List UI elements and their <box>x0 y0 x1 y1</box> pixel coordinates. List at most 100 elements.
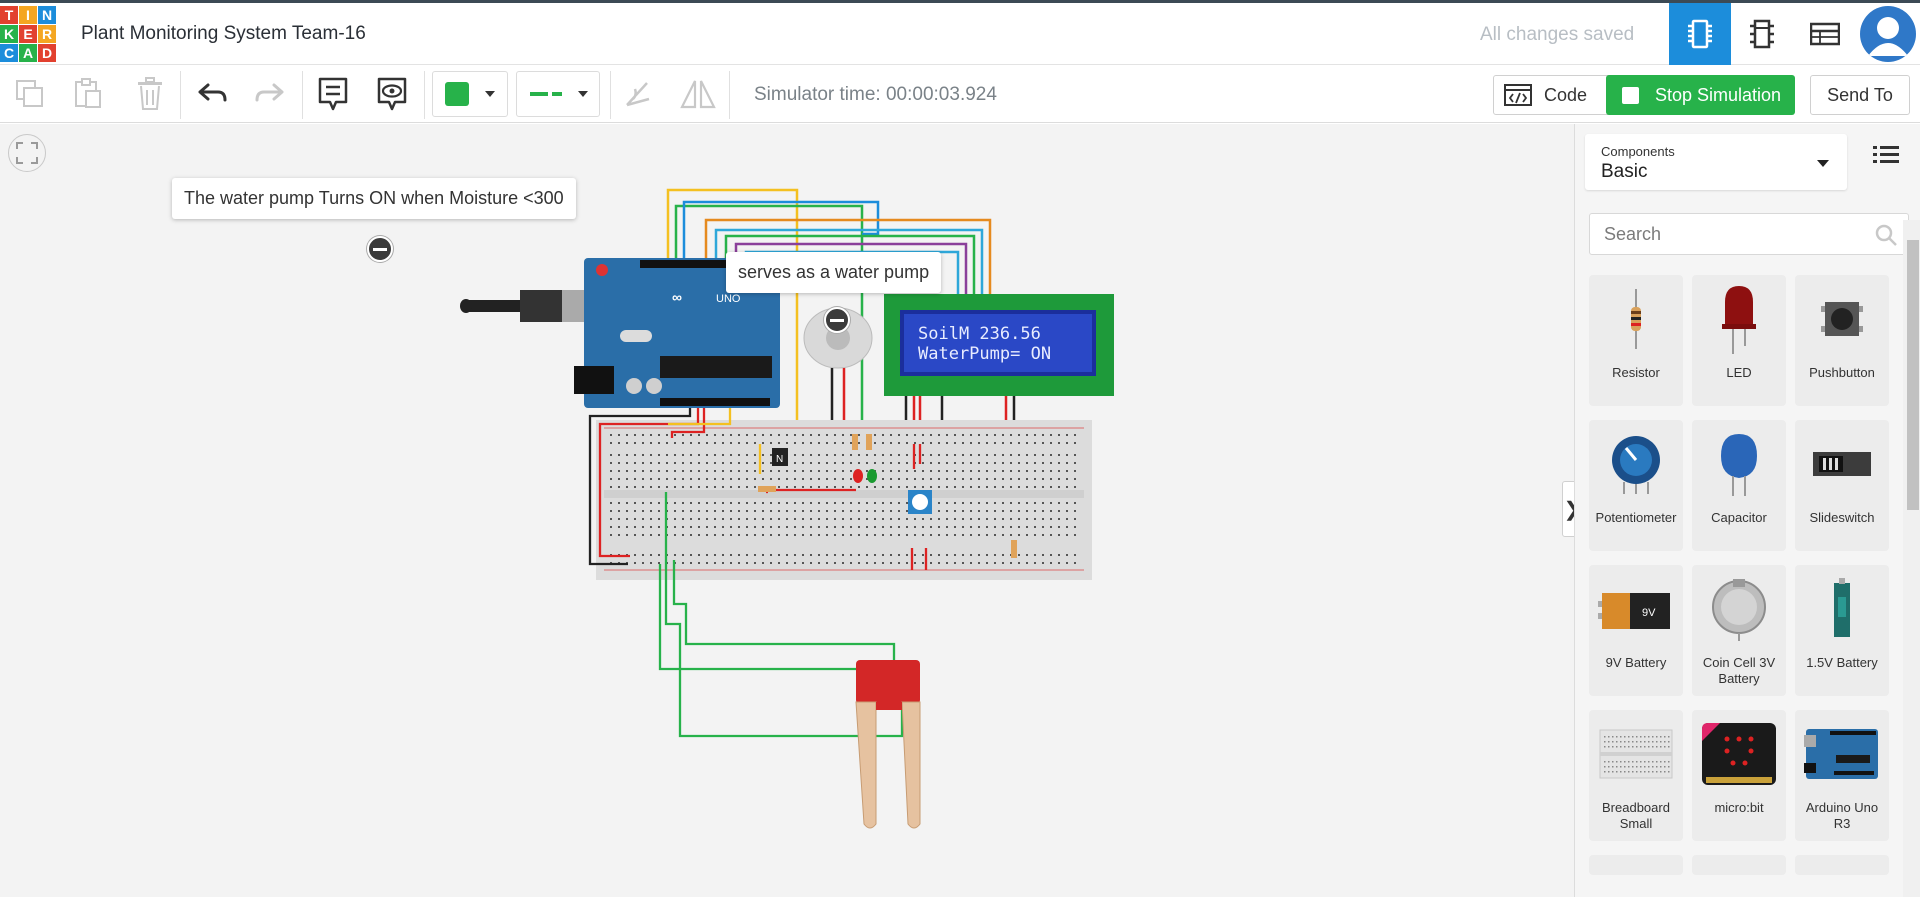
component-resistor[interactable]: Resistor <box>1589 275 1683 406</box>
lcd-line-1: SoilM 236.56 <box>918 324 1041 344</box>
logo-letter: T <box>0 6 18 24</box>
copy-icon <box>16 80 43 107</box>
tinkercad-logo[interactable]: T I N K E R C A D <box>0 6 56 63</box>
npn-transistor[interactable]: N <box>772 448 788 466</box>
logo-letter: K <box>0 25 18 43</box>
component-arduino-uno-r3[interactable]: Arduino Uno R3 <box>1795 710 1889 841</box>
paste-icon <box>75 78 101 108</box>
component-microbit[interactable]: micro:bit <box>1692 710 1786 841</box>
component-list-view-button[interactable] <box>1794 3 1856 65</box>
component-led[interactable]: LED <box>1692 275 1786 406</box>
toolbar-divider <box>302 71 303 119</box>
arduino-uno-icon <box>1802 718 1882 790</box>
resistor[interactable] <box>1011 540 1017 558</box>
trash-icon <box>138 77 162 110</box>
note-collapse-icon[interactable] <box>367 236 393 262</box>
expand-icon <box>16 142 38 164</box>
canvas-note[interactable]: The water pump Turns ON when Moisture <3… <box>172 178 576 219</box>
project-title[interactable]: Plant Monitoring System Team-16 <box>81 23 366 45</box>
component-partial[interactable] <box>1795 855 1889 875</box>
search-icon[interactable] <box>1874 223 1898 247</box>
top-header: T I N K E R C A D Plant Monitoring Syste… <box>0 0 1920 65</box>
microbit-icon <box>1699 718 1779 790</box>
component-label: LED <box>1726 365 1752 380</box>
logo-letter: N <box>38 6 56 24</box>
breadboard[interactable] <box>596 420 1092 580</box>
code-icon <box>1504 84 1532 106</box>
logo-letter: D <box>38 44 56 62</box>
stop-simulation-label: Stop Simulation <box>1655 84 1782 105</box>
redo-icon <box>255 83 284 102</box>
component-partial[interactable] <box>1589 855 1683 875</box>
component-label: 1.5V Battery <box>1806 655 1878 670</box>
rotate-button[interactable] <box>620 71 656 117</box>
flip-button[interactable] <box>680 71 716 117</box>
green-led[interactable] <box>867 469 877 483</box>
wire-type-picker[interactable] <box>516 71 600 117</box>
component-label: 9V Battery <box>1605 655 1667 670</box>
search-input[interactable] <box>1602 223 1852 246</box>
paste-button[interactable] <box>70 71 106 117</box>
circuit-view-button[interactable] <box>1669 3 1731 65</box>
code-button[interactable]: Code <box>1493 75 1615 115</box>
red-led[interactable] <box>853 469 863 483</box>
list-view-button[interactable] <box>1873 144 1899 171</box>
soil-moisture-sensor[interactable] <box>855 660 921 829</box>
logo-letter: I <box>19 6 37 24</box>
table-icon <box>1810 22 1840 46</box>
code-button-label: Code <box>1544 84 1588 105</box>
toolbar-divider <box>729 71 730 119</box>
copy-button[interactable] <box>12 71 48 117</box>
component-breadboard-small[interactable]: Breadboard Small <box>1589 710 1683 841</box>
component-label: Slideswitch <box>1809 510 1875 525</box>
component-search[interactable] <box>1589 213 1909 255</box>
toggle-notes-visibility-button[interactable] <box>373 71 411 117</box>
9v-battery-icon: 9V <box>1596 573 1676 645</box>
lcd-line-2: WaterPump= ON <box>918 344 1051 364</box>
potentiometer[interactable] <box>908 490 932 514</box>
component-label: Breadboard Small <box>1602 800 1670 831</box>
user-avatar[interactable] <box>1856 3 1920 65</box>
schematic-view-button[interactable] <box>1731 3 1793 65</box>
note-collapse-icon[interactable] <box>824 307 850 333</box>
undo-button[interactable] <box>194 71 230 117</box>
component-1.5v-battery[interactable]: 1.5V Battery <box>1795 565 1889 696</box>
send-to-button[interactable]: Send To <box>1810 75 1910 115</box>
component-slideswitch[interactable]: Slideswitch <box>1795 420 1889 551</box>
breadboard-icon <box>1596 718 1676 790</box>
component-label: Arduino Uno R3 <box>1805 800 1879 831</box>
circuit-drawing[interactable]: ∞ UNO SoilM 236.56 WaterPump= ON N <box>0 124 1574 897</box>
component-potentiometer[interactable]: Potentiometer <box>1589 420 1683 551</box>
breadboard-chip-icon <box>1688 19 1712 49</box>
avatar-icon <box>1860 6 1916 62</box>
color-swatch <box>445 82 469 106</box>
component-label: micro:bit <box>1714 800 1764 815</box>
components-category-select[interactable]: Components Basic <box>1585 134 1847 190</box>
component-9v-battery[interactable]: 9V 9V Battery <box>1589 565 1683 696</box>
panel-scrollbar[interactable] <box>1903 220 1920 897</box>
color-picker[interactable] <box>432 71 508 117</box>
scrollbar-thumb[interactable] <box>1907 240 1919 510</box>
canvas-note[interactable]: serves as a water pump <box>726 252 942 293</box>
delete-button[interactable] <box>132 71 168 117</box>
component-pushbutton[interactable]: Pushbutton <box>1795 275 1889 406</box>
component-label: Resistor <box>1612 365 1660 380</box>
led-icon <box>1699 283 1779 355</box>
fit-view-button[interactable] <box>8 134 46 172</box>
capacitor-icon <box>1699 428 1779 500</box>
components-panel: Components Basic Resistor LED Pushbutton <box>1574 124 1920 897</box>
note-icon <box>318 77 348 111</box>
eye-note-icon <box>377 77 407 111</box>
component-label: Potentiometer <box>1595 510 1677 525</box>
logo-letter: R <box>38 25 56 43</box>
svg-text:UNO: UNO <box>716 293 741 305</box>
stop-simulation-button[interactable]: Stop Simulation <box>1606 75 1795 115</box>
workplane-canvas[interactable]: ∞ UNO SoilM 236.56 WaterPump= ON N The w… <box>0 124 1574 897</box>
component-partial[interactable] <box>1692 855 1786 875</box>
notes-button[interactable] <box>314 71 352 117</box>
component-coin-cell-battery[interactable]: Coin Cell 3V Battery <box>1692 565 1786 696</box>
send-to-label: Send To <box>1827 84 1893 105</box>
resistor[interactable] <box>758 486 776 492</box>
component-capacitor[interactable]: Capacitor <box>1692 420 1786 551</box>
redo-button[interactable] <box>252 71 288 117</box>
